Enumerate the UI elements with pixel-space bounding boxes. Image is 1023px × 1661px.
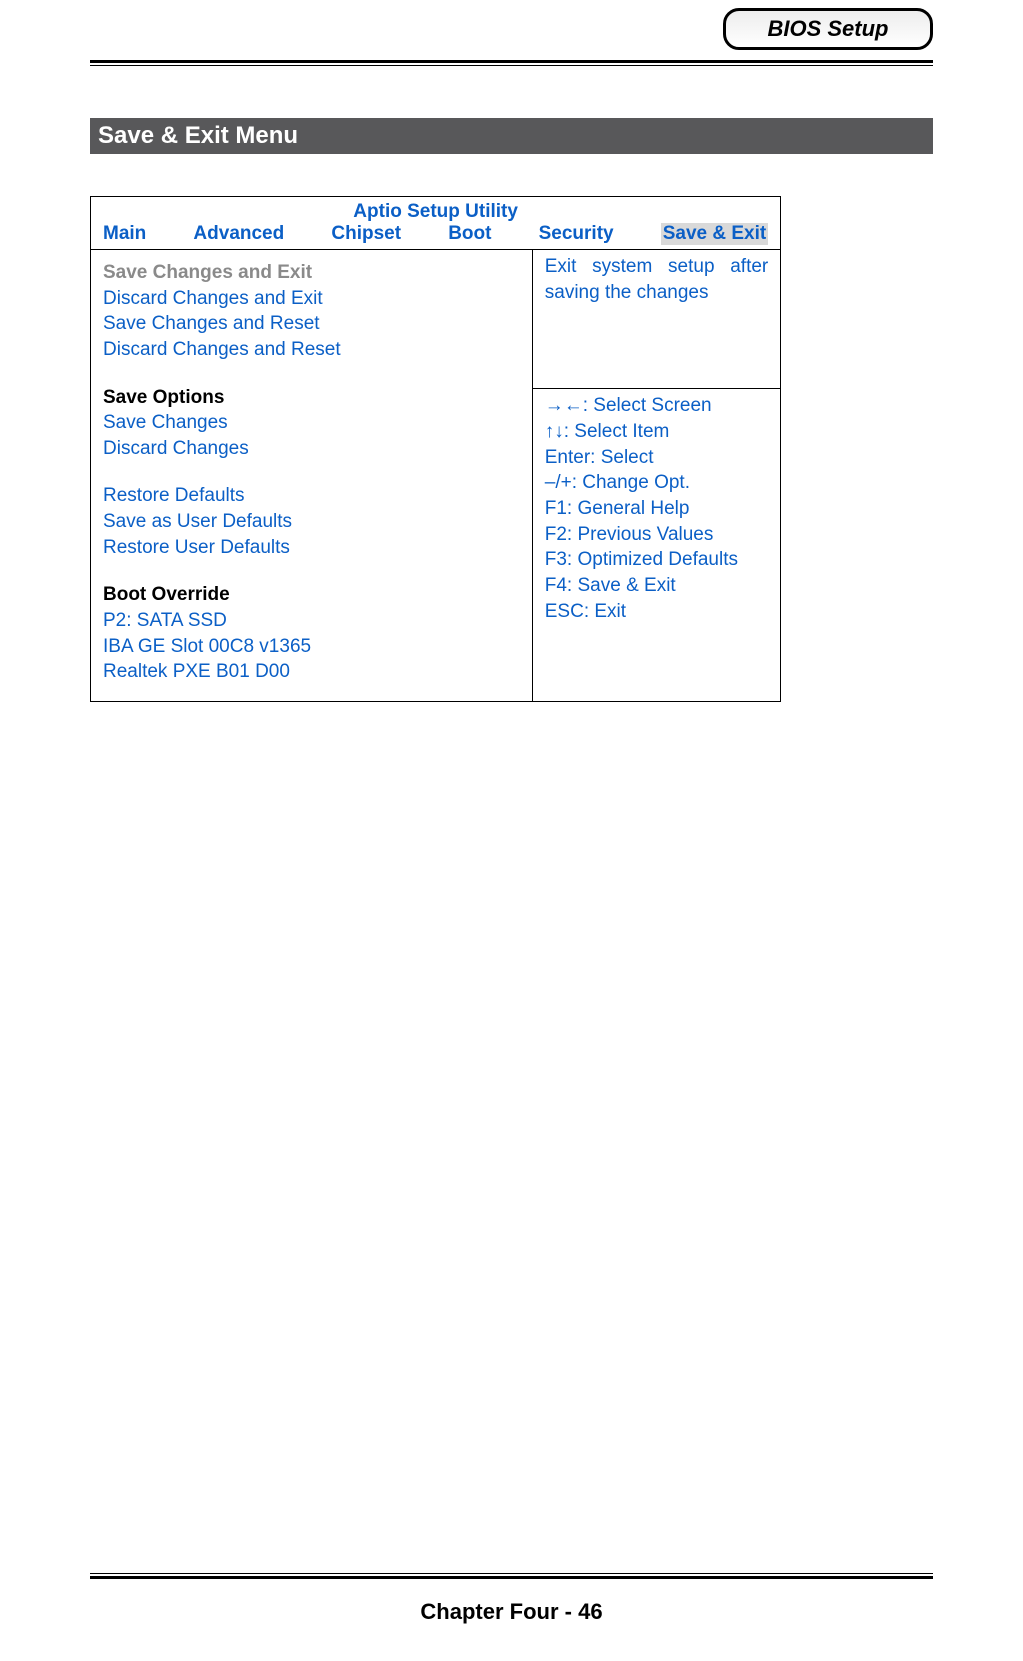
hint-select-screen: →←: Select Screen — [545, 393, 769, 419]
bios-setup-table: Aptio Setup Utility Main Advanced Chipse… — [90, 196, 781, 702]
item-restore-user-defaults[interactable]: Restore User Defaults — [103, 535, 520, 561]
page-header-label: BIOS Setup — [767, 16, 888, 42]
footer-label: Chapter Four - 46 — [420, 1599, 602, 1624]
item-save-changes[interactable]: Save Changes — [103, 410, 520, 436]
help-description: Exit system setup after saving the chang… — [545, 254, 769, 345]
page-header-badge: BIOS Setup — [723, 8, 933, 50]
keyboard-hints: →←: Select Screen ↑↓: Select Item Enter:… — [545, 393, 769, 624]
hint-f2: F2: Previous Values — [545, 522, 769, 548]
tab-boot[interactable]: Boot — [448, 223, 491, 245]
header-divider — [90, 60, 933, 66]
tab-security[interactable]: Security — [539, 223, 614, 245]
page-footer: Chapter Four - 46 — [0, 1599, 1023, 1625]
item-save-user-defaults[interactable]: Save as User Defaults — [103, 509, 520, 535]
item-save-changes-reset[interactable]: Save Changes and Reset — [103, 311, 520, 337]
hint-change-opt: –/+: Change Opt. — [545, 470, 769, 496]
bios-tabs: Main Advanced Chipset Boot Security Save… — [103, 223, 768, 245]
item-restore-defaults[interactable]: Restore Defaults — [103, 483, 520, 509]
bios-title: Aptio Setup Utility — [91, 197, 781, 224]
item-boot-iba-ge[interactable]: IBA GE Slot 00C8 v1365 — [103, 634, 520, 660]
tab-main[interactable]: Main — [103, 223, 146, 245]
tab-save-exit[interactable]: Save & Exit — [661, 223, 769, 245]
section-title: Save & Exit Menu — [90, 118, 933, 154]
footer-divider — [90, 1573, 933, 1579]
section-title-text: Save & Exit Menu — [98, 122, 298, 149]
hint-f4: F4: Save & Exit — [545, 573, 769, 599]
heading-boot-override: Boot Override — [103, 582, 520, 608]
hint-enter: Enter: Select — [545, 445, 769, 471]
tab-chipset[interactable]: Chipset — [331, 223, 401, 245]
item-discard-changes-reset[interactable]: Discard Changes and Reset — [103, 337, 520, 363]
bios-menu-items: Save Changes and Exit Discard Changes an… — [103, 254, 520, 685]
item-boot-sata-ssd[interactable]: P2: SATA SSD — [103, 608, 520, 634]
item-save-changes-exit[interactable]: Save Changes and Exit — [103, 260, 520, 286]
item-boot-realtek-pxe[interactable]: Realtek PXE B01 D00 — [103, 659, 520, 685]
item-discard-changes[interactable]: Discard Changes — [103, 436, 520, 462]
hint-esc: ESC: Exit — [545, 599, 769, 625]
hint-f1: F1: General Help — [545, 496, 769, 522]
heading-save-options: Save Options — [103, 385, 520, 411]
hint-select-item: ↑↓: Select Item — [545, 419, 769, 445]
item-discard-changes-exit[interactable]: Discard Changes and Exit — [103, 286, 520, 312]
hint-f3: F3: Optimized Defaults — [545, 547, 769, 573]
tab-advanced[interactable]: Advanced — [193, 223, 284, 245]
